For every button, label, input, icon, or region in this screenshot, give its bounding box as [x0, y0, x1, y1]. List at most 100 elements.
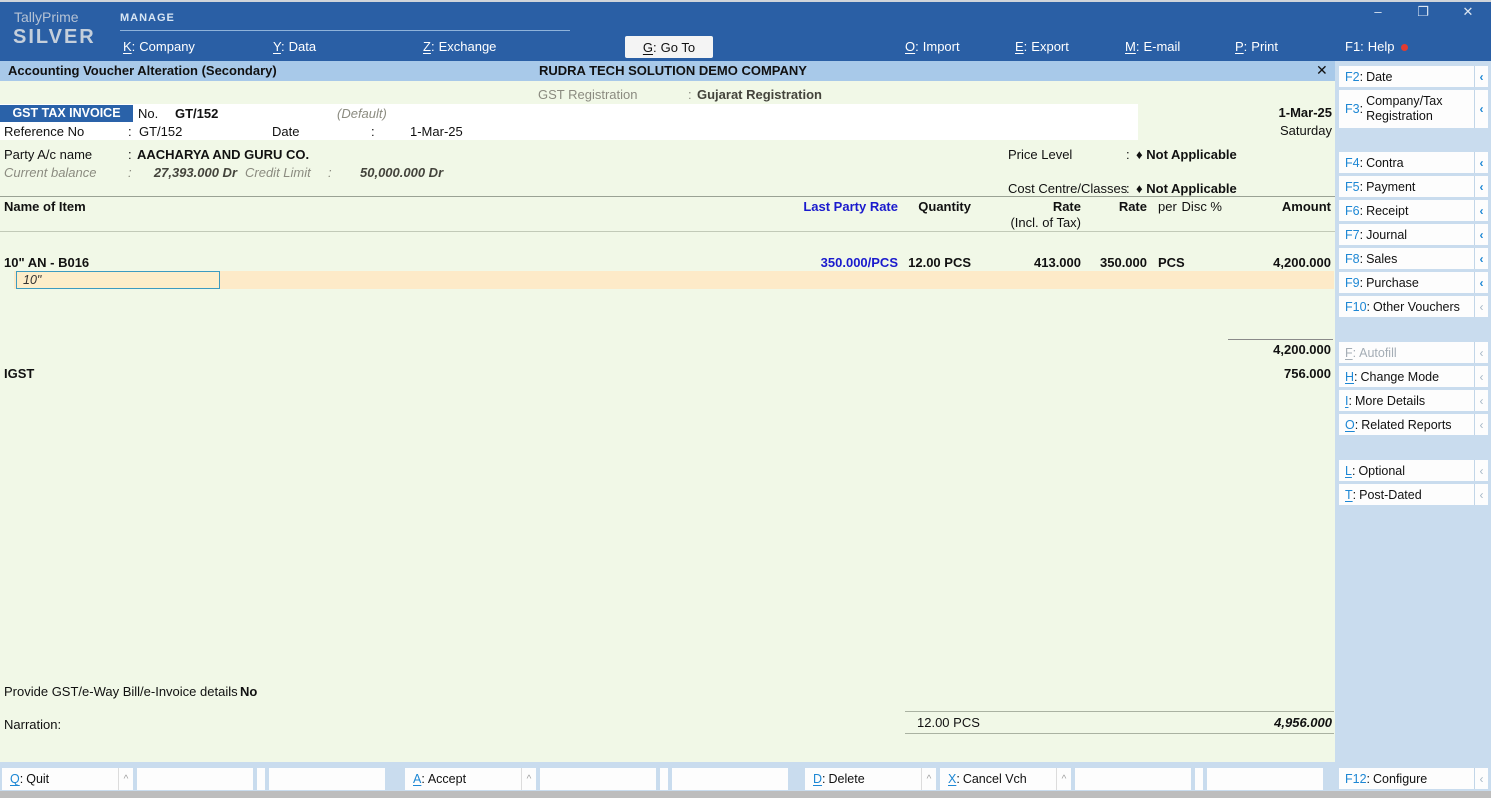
hotkey: F6: [1345, 204, 1360, 218]
sidebar-button-h-change-mode[interactable]: H:Change Mode ‹: [1339, 366, 1488, 387]
chevron-left-icon[interactable]: ‹: [1474, 484, 1488, 505]
topbar-item-exchange[interactable]: Z:Exchange: [423, 39, 496, 57]
chevron-left-icon[interactable]: ‹: [1474, 390, 1488, 411]
sidebar-button-f7-journal[interactable]: F7:Journal ‹: [1339, 224, 1488, 245]
topbar-item-data[interactable]: Y:Data: [273, 39, 316, 57]
chevron-left-icon[interactable]: ‹: [1474, 200, 1488, 221]
colon: :: [128, 165, 132, 180]
sidebar-button-f8-sales[interactable]: F8:Sales ‹: [1339, 248, 1488, 269]
right-button-panel: F2:Date ‹ F3:Company/Tax Registration ‹ …: [1335, 61, 1491, 798]
chevron-left-icon[interactable]: ‹: [1474, 152, 1488, 173]
minimize-button[interactable]: –: [1368, 4, 1388, 19]
caret-expand-icon[interactable]: ^: [921, 768, 936, 790]
topbar-item-label: Company: [139, 39, 195, 54]
colon: :: [20, 772, 23, 786]
voucher-day: Saturday: [1280, 123, 1332, 138]
narration-label[interactable]: Narration:: [4, 717, 61, 732]
item-quantity[interactable]: 12.00 PCS: [908, 255, 971, 270]
sidebar-button-label: Configure: [1373, 772, 1427, 786]
col-header-amount: Amount: [1282, 199, 1331, 214]
topbar-item-company[interactable]: K:Company: [123, 39, 195, 57]
chevron-left-icon[interactable]: ‹: [1474, 366, 1488, 387]
chevron-left-icon[interactable]: ‹: [1474, 248, 1488, 269]
report-title-bar: Accounting Voucher Alteration (Secondary…: [0, 61, 1335, 81]
window-frame-bottom: [0, 791, 1491, 798]
topbar-item-help[interactable]: F1:Help: [1345, 39, 1408, 57]
chevron-left-icon[interactable]: ‹: [1474, 66, 1488, 87]
item-per[interactable]: PCS: [1158, 255, 1185, 270]
hotkey: F3: [1345, 102, 1360, 117]
caret-expand-icon[interactable]: ^: [1056, 768, 1071, 790]
topbar-item-export[interactable]: E:Export: [1015, 39, 1069, 57]
hotkey: O: [905, 39, 915, 54]
hotkey: F5: [1345, 180, 1360, 194]
topbar-item-email[interactable]: M:E-mail: [1125, 39, 1180, 57]
bottom-button-d-delete[interactable]: D:Delete ^: [805, 768, 936, 790]
item-name[interactable]: 10" AN - B016: [4, 255, 89, 270]
ledger-name[interactable]: IGST: [4, 366, 34, 381]
hotkey: F1: [1345, 39, 1360, 54]
colon: :: [1136, 39, 1140, 54]
bottom-button-x-cancel-vch[interactable]: X:Cancel Vch ^: [940, 768, 1071, 790]
chevron-left-icon[interactable]: ‹: [1474, 296, 1488, 317]
items-subtotal: 4,200.000: [1273, 342, 1331, 357]
sidebar-button-f10-other-vouchers[interactable]: F10:Other Vouchers ‹: [1339, 296, 1488, 317]
close-button[interactable]: ✕: [1458, 4, 1478, 20]
topbar-item-label: Data: [289, 39, 316, 54]
chevron-left-icon[interactable]: ‹: [1474, 90, 1488, 128]
sidebar-button-f5-payment[interactable]: F5:Payment ‹: [1339, 176, 1488, 197]
screen-title: Accounting Voucher Alteration (Secondary…: [8, 63, 277, 78]
hotkey: F2: [1345, 70, 1360, 84]
current-balance-value: 27,393.000 Dr: [137, 165, 237, 180]
sidebar-button-f6-receipt[interactable]: F6:Receipt ‹: [1339, 200, 1488, 221]
sidebar-button-t-post-dated[interactable]: T:Post-Dated ‹: [1339, 484, 1488, 505]
item-name-input[interactable]: [16, 271, 220, 289]
topbar-item-import[interactable]: O:Import: [905, 39, 960, 57]
sidebar-button-f2-date[interactable]: F2:Date ‹: [1339, 66, 1488, 87]
close-report-button[interactable]: ✕: [1316, 62, 1328, 79]
reference-value[interactable]: GT/152: [139, 124, 182, 139]
ledger-amount[interactable]: 756.000: [1284, 366, 1331, 381]
item-rate-incl[interactable]: 413.000: [1034, 255, 1081, 270]
chevron-left-icon[interactable]: ‹: [1474, 272, 1488, 293]
chevron-left-icon: ‹: [1474, 342, 1488, 363]
chevron-left-icon[interactable]: ‹: [1474, 176, 1488, 197]
gst-details-value[interactable]: No: [240, 684, 257, 699]
hotkey: K: [123, 39, 132, 54]
sidebar-button-f9-purchase[interactable]: F9:Purchase ‹: [1339, 272, 1488, 293]
hotkey: M: [1125, 39, 1136, 54]
topbar-item-print[interactable]: P:Print: [1235, 39, 1278, 57]
sidebar-button-f4-contra[interactable]: F4:Contra ‹: [1339, 152, 1488, 173]
cost-centre-value[interactable]: ♦ Not Applicable: [1136, 181, 1237, 196]
reference-date-value[interactable]: 1-Mar-25: [410, 124, 463, 139]
gst-registration-value[interactable]: Gujarat Registration: [697, 87, 822, 102]
topbar-item-goto[interactable]: G:Go To: [625, 36, 713, 58]
caret-expand-icon[interactable]: ^: [118, 768, 133, 790]
item-amount[interactable]: 4,200.000: [1273, 255, 1331, 270]
credit-limit-value: 50,000.000 Dr: [360, 165, 443, 180]
restore-button[interactable]: ❐: [1413, 4, 1433, 20]
colon: :: [956, 772, 959, 786]
item-last-party-rate[interactable]: 350.000/PCS: [821, 255, 898, 270]
sidebar-button-f3-company-tax-registration[interactable]: F3:Company/Tax Registration ‹: [1339, 90, 1488, 128]
sidebar-button-i-more-details[interactable]: I:More Details ‹: [1339, 390, 1488, 411]
item-rate[interactable]: 350.000: [1100, 255, 1147, 270]
price-level-value[interactable]: ♦ Not Applicable: [1136, 147, 1237, 162]
sidebar-button-label: Optional: [1358, 464, 1405, 478]
bottom-button-a-accept[interactable]: A:Accept ^: [405, 768, 536, 790]
voucher-no-value[interactable]: GT/152: [175, 106, 218, 121]
chevron-left-icon[interactable]: ‹: [1474, 414, 1488, 435]
bottom-button-q-quit[interactable]: Q:Quit ^: [2, 768, 133, 790]
sidebar-button-l-optional[interactable]: L:Optional ‹: [1339, 460, 1488, 481]
manage-menu-label[interactable]: MANAGE: [120, 12, 175, 24]
topbar-item-label: E-mail: [1143, 39, 1180, 54]
party-value[interactable]: AACHARYA AND GURU CO.: [137, 147, 309, 162]
sidebar-button-label: Autofill: [1359, 346, 1397, 360]
chevron-left-icon[interactable]: ‹: [1474, 460, 1488, 481]
sidebar-button-o-related-reports[interactable]: O:Related Reports ‹: [1339, 414, 1488, 435]
sidebar-button-f12-configure[interactable]: F12:Configure ‹: [1339, 768, 1488, 789]
caret-expand-icon[interactable]: ^: [521, 768, 536, 790]
voucher-date-value[interactable]: 1-Mar-25: [1279, 105, 1332, 120]
chevron-left-icon[interactable]: ‹: [1474, 768, 1488, 789]
chevron-left-icon[interactable]: ‹: [1474, 224, 1488, 245]
